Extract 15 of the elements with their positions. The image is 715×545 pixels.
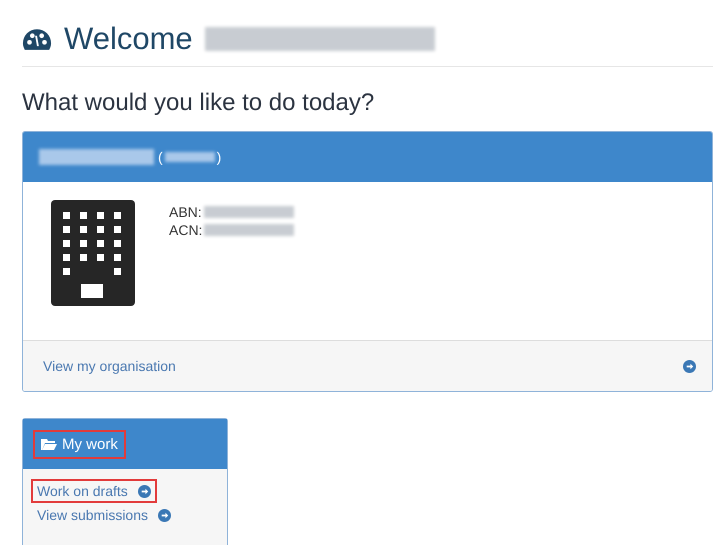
work-link[interactable]: Work on drafts: [31, 479, 157, 503]
arrow-circle-icon: [138, 484, 151, 498]
work-link[interactable]: View submissions: [31, 503, 178, 527]
arrow-circle-icon[interactable]: [683, 360, 696, 372]
welcome-title: Welcome: [64, 21, 193, 57]
folder-icon: [41, 438, 57, 450]
org-id-text: ( ): [158, 149, 222, 165]
dashboard-icon: [22, 26, 52, 52]
my-work-heading: My work: [33, 430, 126, 458]
field-label: ACN:: [169, 222, 202, 238]
arrow-circle-icon: [158, 508, 172, 522]
field-label: ABN:: [169, 204, 202, 220]
prompt-heading: What would you like to do today?: [22, 89, 376, 117]
building-icon: [51, 200, 135, 306]
view-organisation-link[interactable]: View my organisation: [43, 358, 176, 374]
